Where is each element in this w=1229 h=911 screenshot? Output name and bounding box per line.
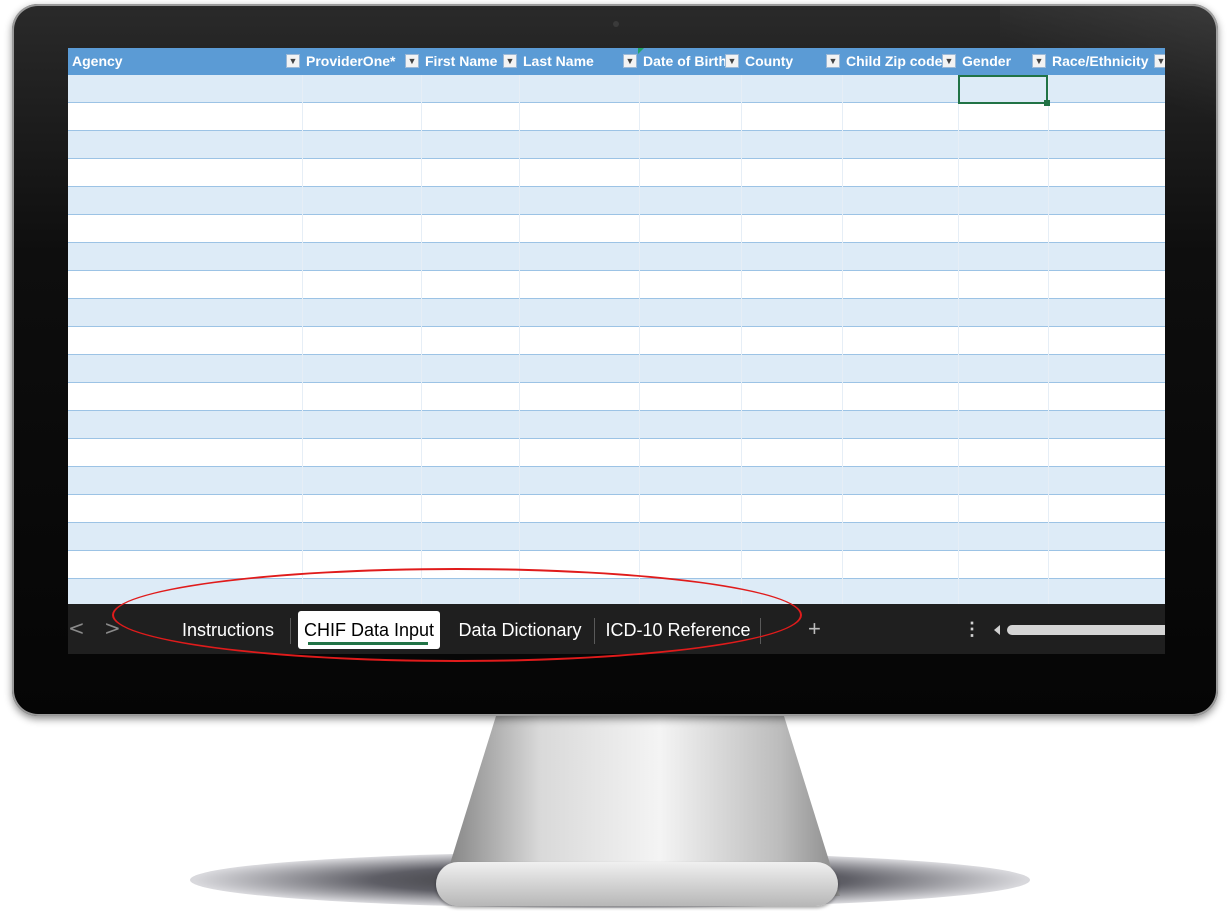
table-row[interactable] bbox=[68, 467, 1165, 495]
table-row[interactable] bbox=[68, 383, 1165, 411]
table-row[interactable] bbox=[68, 215, 1165, 243]
filter-dropdown-icon[interactable]: ▼ bbox=[1154, 54, 1165, 68]
cell-comment-indicator-icon bbox=[638, 48, 644, 54]
tab-icd-10-reference[interactable]: ICD-10 Reference bbox=[600, 611, 756, 649]
column-header-child-zip-code[interactable]: Child Zip code ▼ bbox=[842, 48, 958, 75]
column-header-gender[interactable]: Gender ▼ bbox=[958, 48, 1048, 75]
column-header-label: First Name bbox=[425, 53, 498, 69]
data-grid[interactable] bbox=[68, 75, 1165, 607]
column-header-first-name[interactable]: First Name ▼ bbox=[421, 48, 519, 75]
column-gridline bbox=[1048, 75, 1049, 604]
tab-label: CHIF Data Input bbox=[303, 620, 435, 640]
column-header-label: ProviderOne* bbox=[306, 53, 396, 69]
column-header-date-of-birth[interactable]: Date of Birth ▼ bbox=[639, 48, 741, 75]
tab-label: ICD-10 Reference bbox=[605, 620, 751, 640]
column-gridline bbox=[302, 75, 303, 604]
filter-dropdown-icon[interactable]: ▼ bbox=[826, 54, 840, 68]
webcam-icon bbox=[613, 21, 619, 27]
column-header-label: Date of Birth bbox=[643, 53, 727, 69]
horizontal-scrollbar-thumb[interactable] bbox=[1007, 625, 1165, 635]
table-row[interactable] bbox=[68, 411, 1165, 439]
table-row[interactable] bbox=[68, 271, 1165, 299]
more-options-icon[interactable]: ⋮ bbox=[963, 616, 981, 642]
filter-dropdown-icon[interactable]: ▼ bbox=[725, 54, 739, 68]
column-header-label: Child Zip code bbox=[846, 53, 943, 69]
next-sheet-icon[interactable]: > bbox=[104, 616, 121, 640]
tab-divider bbox=[290, 618, 291, 644]
tab-divider bbox=[760, 618, 761, 644]
table-row[interactable] bbox=[68, 159, 1165, 187]
tab-label: Data Dictionary bbox=[458, 620, 582, 640]
fill-handle[interactable] bbox=[1044, 100, 1050, 106]
table-row[interactable] bbox=[68, 131, 1165, 159]
column-gridline bbox=[519, 75, 520, 604]
tab-divider bbox=[594, 618, 595, 644]
table-row[interactable] bbox=[68, 327, 1165, 355]
column-header-label: Race/Ethnicity bbox=[1052, 53, 1149, 69]
table-row[interactable] bbox=[68, 299, 1165, 327]
scroll-left-icon[interactable] bbox=[994, 625, 1000, 635]
active-cell-selection[interactable] bbox=[958, 75, 1048, 104]
table-row[interactable] bbox=[68, 187, 1165, 215]
active-tab-indicator bbox=[308, 642, 428, 645]
column-header-last-name[interactable]: Last Name ▼ bbox=[519, 48, 639, 75]
column-gridline bbox=[958, 75, 959, 604]
table-row[interactable] bbox=[68, 355, 1165, 383]
tab-label: Instructions bbox=[181, 620, 275, 640]
table-row[interactable] bbox=[68, 579, 1165, 607]
column-header-county[interactable]: County ▼ bbox=[741, 48, 842, 75]
spreadsheet-screen: Agency ▼ ProviderOne* ▼ First Name ▼ Las… bbox=[68, 48, 1165, 654]
column-gridline bbox=[421, 75, 422, 604]
column-header-label: County bbox=[745, 53, 794, 69]
filter-dropdown-icon[interactable]: ▼ bbox=[286, 54, 300, 68]
table-row[interactable] bbox=[68, 551, 1165, 579]
table-row[interactable] bbox=[68, 243, 1165, 271]
column-gridline bbox=[741, 75, 742, 604]
table-row[interactable] bbox=[68, 103, 1165, 131]
column-header-race-ethnicity[interactable]: Race/Ethnicity ▼ bbox=[1048, 48, 1165, 75]
column-header-providerone[interactable]: ProviderOne* ▼ bbox=[302, 48, 421, 75]
filter-dropdown-icon[interactable]: ▼ bbox=[623, 54, 637, 68]
table-row[interactable] bbox=[68, 495, 1165, 523]
column-gridline bbox=[639, 75, 640, 604]
column-header-agency[interactable]: Agency ▼ bbox=[68, 48, 302, 75]
column-header-label: Gender bbox=[962, 53, 1012, 69]
column-gridline bbox=[842, 75, 843, 604]
tab-chif-data-input[interactable]: CHIF Data Input bbox=[298, 611, 440, 649]
column-header-label: Last Name bbox=[523, 53, 594, 69]
sheet-tab-bar: < > Instructions CHIF Data Input Data Di… bbox=[68, 604, 1165, 654]
filter-dropdown-icon[interactable]: ▼ bbox=[942, 54, 956, 68]
tab-instructions[interactable]: Instructions bbox=[176, 611, 280, 649]
table-row[interactable] bbox=[68, 439, 1165, 467]
filter-dropdown-icon[interactable]: ▼ bbox=[503, 54, 517, 68]
previous-sheet-icon[interactable]: < bbox=[68, 616, 85, 640]
filter-dropdown-icon[interactable]: ▼ bbox=[1032, 54, 1046, 68]
filter-dropdown-icon[interactable]: ▼ bbox=[405, 54, 419, 68]
monitor-stand-base bbox=[436, 862, 838, 906]
table-header-row: Agency ▼ ProviderOne* ▼ First Name ▼ Las… bbox=[68, 48, 1165, 75]
column-header-label: Agency bbox=[72, 53, 123, 69]
table-row[interactable] bbox=[68, 523, 1165, 551]
tab-data-dictionary[interactable]: Data Dictionary bbox=[452, 611, 588, 649]
add-sheet-icon[interactable]: + bbox=[808, 614, 821, 644]
